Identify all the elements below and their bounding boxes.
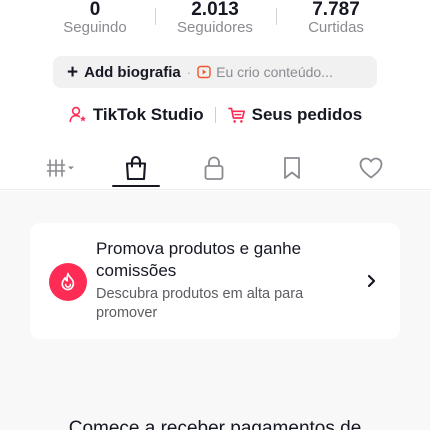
tab-shop[interactable] (112, 150, 160, 186)
stat-divider (155, 8, 156, 25)
links-divider (214, 107, 216, 123)
tab-grid-filter[interactable] (36, 150, 86, 186)
shopping-bag-icon (125, 155, 147, 181)
followers-label: Seguidores (177, 19, 253, 36)
grid-filter-icon (46, 159, 74, 177)
likes-label: Curtidas (308, 19, 364, 36)
promote-products-card[interactable]: Promova produtos e ganhe comissões Descu… (30, 223, 400, 339)
tab-private[interactable] (190, 150, 238, 186)
payments-heading: Comece a receber pagamentos de (68, 418, 362, 430)
video-play-icon (197, 65, 211, 79)
likes-count: 7.787 (312, 0, 360, 20)
tiktok-studio-label: TikTok Studio (92, 105, 204, 124)
promo-title: Promova produtos e ganhe comissões (96, 239, 302, 280)
bio-separator: · (186, 64, 192, 80)
active-tab-indicator (112, 185, 160, 187)
following-count: 0 (89, 0, 101, 20)
tiktok-studio-link[interactable]: TikTok Studio (68, 105, 204, 125)
plus-icon: + (67, 61, 79, 83)
bookmark-icon (284, 157, 300, 179)
promo-icon-badge (49, 263, 87, 301)
following-label: Seguindo (63, 19, 127, 36)
flame-icon (61, 272, 75, 291)
followers-count: 2.013 (191, 0, 239, 20)
heart-icon (359, 157, 383, 179)
shopping-cart-icon (227, 107, 245, 123)
creator-star-icon (69, 106, 86, 123)
bio-placeholder: Eu crio conteúdo... (216, 64, 333, 80)
lock-icon (204, 156, 224, 180)
followers-stat[interactable]: 2.013 Seguidores (172, 0, 258, 37)
promo-subtitle: Descubra produtos em alta para promover (96, 286, 304, 321)
tab-liked[interactable] (346, 150, 396, 186)
stat-divider (276, 8, 277, 25)
profile-stats: 0 Seguindo 2.013 Seguidores 7.787 Curtid… (0, 0, 430, 44)
profile-links: TikTok Studio Seus pedidos (0, 102, 430, 128)
tab-saved[interactable] (268, 150, 316, 186)
add-bio-button[interactable]: + Add biografia · Eu crio conteúdo... (53, 56, 377, 88)
my-orders-link[interactable]: Seus pedidos (227, 105, 363, 125)
profile-tab-bar (0, 146, 430, 190)
following-stat[interactable]: 0 Seguindo (55, 0, 135, 37)
likes-stat[interactable]: 7.787 Curtidas (296, 0, 376, 37)
chevron-right-icon[interactable] (364, 273, 378, 289)
add-bio-label: Add biografia (84, 63, 181, 81)
my-orders-label: Seus pedidos (251, 105, 363, 124)
